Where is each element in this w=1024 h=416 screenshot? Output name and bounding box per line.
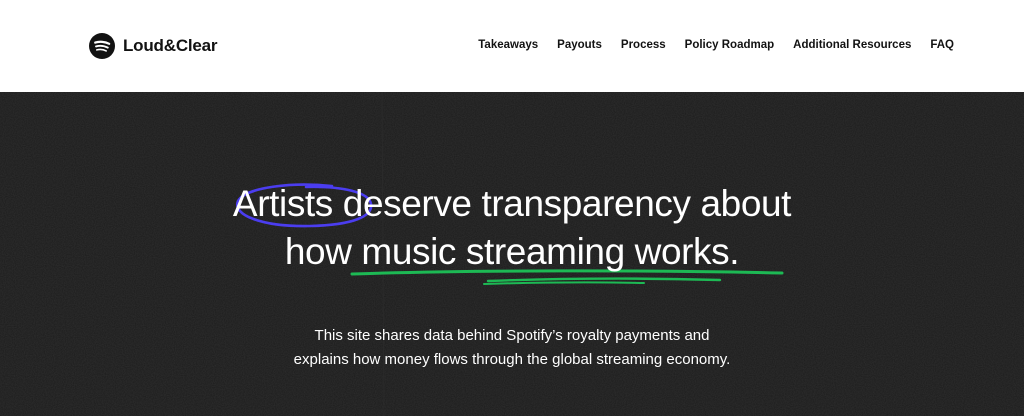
- hero-headline: Artists deserve transparency about how m…: [0, 180, 1024, 276]
- hero-description-line-1: This site shares data behind Spotify’s r…: [314, 327, 710, 344]
- hero-section: Artists deserve transparency about how m…: [0, 92, 1024, 416]
- nav-item-process[interactable]: Process: [621, 39, 666, 51]
- hero-headline-line-1: Artists deserve transparency about: [232, 183, 792, 224]
- spotify-logo-icon: [89, 33, 115, 59]
- hero-headline-line-2: how music streaming works.: [284, 231, 740, 272]
- site-header: Loud&Clear Takeaways Payouts Process Pol…: [0, 0, 1024, 92]
- nav-item-payouts[interactable]: Payouts: [557, 39, 602, 51]
- main-nav: Takeaways Payouts Process Policy Roadmap…: [478, 39, 954, 51]
- hero-description: This site shares data behind Spotify’s r…: [0, 324, 1024, 372]
- nav-item-takeaways[interactable]: Takeaways: [478, 39, 538, 51]
- brand-name: Loud&Clear: [123, 36, 218, 55]
- hero-description-line-2: explains how money flows through the glo…: [293, 351, 731, 368]
- brand-logo-link[interactable]: Loud&Clear: [89, 33, 218, 59]
- nav-item-policy-roadmap[interactable]: Policy Roadmap: [685, 39, 774, 51]
- nav-item-faq[interactable]: FAQ: [930, 39, 954, 51]
- nav-item-additional-resources[interactable]: Additional Resources: [793, 39, 911, 51]
